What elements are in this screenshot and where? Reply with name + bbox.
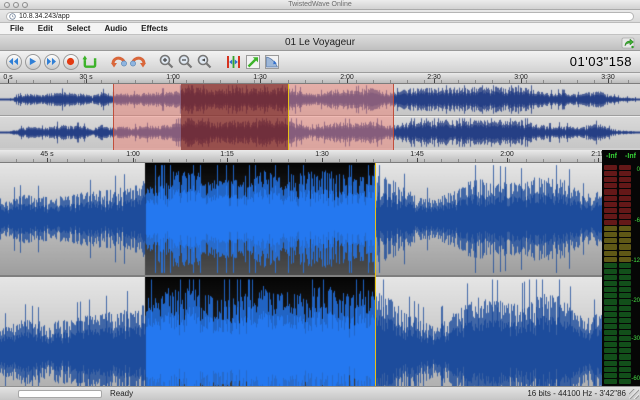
meter-scale-label: 0 [637,167,640,173]
menu-bar: File Edit Select Audio Effects [0,23,640,35]
export-icon[interactable] [621,36,635,49]
menu-item-audio[interactable]: Audio [104,24,127,33]
meter-scale-label: -6 [635,218,640,224]
menu-item-effects[interactable]: Effects [141,24,168,33]
browser-titlebar: TwistedWave Online [0,0,640,10]
loop-button[interactable] [80,53,99,71]
undo-button[interactable] [109,53,128,71]
window-title: TwistedWave Online [0,1,640,8]
level-meter: 0 -6 -12 -20 -30 -60 [602,163,640,386]
overview-selection-region[interactable] [181,84,288,150]
clock-icon [9,13,16,20]
redo-button[interactable] [128,53,147,71]
ruler-tick: 2:30 [427,74,441,81]
ruler-tick: 2:00 [340,74,354,81]
ruler-main[interactable]: 45 s 1:00 1:15 1:30 1:45 2:00 2:15 [0,150,602,163]
overview-pane[interactable] [0,84,640,150]
record-button[interactable] [61,53,80,71]
play-button[interactable] [23,53,42,71]
overview-playhead [288,84,289,150]
ruler-tick: 1:30 [315,151,329,158]
rewind-button[interactable] [4,53,23,71]
url-bar: 10.8.34.243/app [0,10,640,23]
meter-scale-label: -12 [631,258,640,264]
resize-grip[interactable] [629,389,639,399]
waveform-channel-left[interactable] [0,163,602,275]
url-input[interactable]: 10.8.34.243/app [6,12,634,21]
meter-left-value: -Inf [606,153,617,160]
ruler-overview[interactable]: 0 s 30 s 1:00 1:30 2:00 2:30 3:00 3:30 [0,73,640,84]
ruler-tick: 30 s [79,74,92,81]
zoom-fit-icon[interactable] [195,53,214,71]
meter-readout: -Inf -Inf [602,150,640,163]
progress-bar [18,390,102,398]
playhead-cursor[interactable] [375,163,376,386]
zoom-selection-icon[interactable] [224,53,243,71]
document-title: 01 Le Voyageur [0,37,640,48]
zoom-out-icon[interactable] [176,53,195,71]
meter-scale-label: -60 [631,376,640,382]
waveform-channel-right[interactable] [0,277,602,400]
app-window: TwistedWave Online 10.8.34.243/app File E… [0,0,640,400]
ruler-tick: 1:15 [220,151,234,158]
meter-column-left [604,165,617,384]
meter-column-right [619,165,632,384]
waveform-editor[interactable] [0,163,602,386]
toolbar: 01'03"158 [0,51,640,73]
menu-item-select[interactable]: Select [67,24,91,33]
ruler-tick: 2:00 [500,151,514,158]
ruler-tick: 2:15 [591,151,602,158]
normalize-icon[interactable] [243,53,262,71]
ruler-tick: 3:30 [601,74,615,81]
ruler-tick: 1:45 [410,151,424,158]
audio-format-info: 16 bits - 44100 Hz - 3'42"86 [527,389,626,398]
meter-scale-label: -20 [631,298,640,304]
ruler-tick: 1:00 [166,74,180,81]
ruler-tick: 45 s [40,151,53,158]
meter-scale-label: -30 [631,336,640,342]
fast-forward-button[interactable] [42,53,61,71]
ruler-tick: 0 s [3,74,12,81]
fade-icon[interactable] [262,53,281,71]
document-titlebar: 01 Le Voyageur [0,35,640,51]
meter-right-value: -Inf [625,153,636,160]
zoom-in-icon[interactable] [157,53,176,71]
status-bar: Ready 16 bits - 44100 Hz - 3'42"86 [0,386,640,400]
menu-item-file[interactable]: File [10,24,24,33]
status-message: Ready [110,389,133,398]
ruler-tick: 1:30 [253,74,267,81]
menu-item-edit[interactable]: Edit [38,24,53,33]
ruler-tick: 1:00 [126,151,140,158]
ruler-tick: 3:00 [514,74,528,81]
time-display: 01'03"158 [570,54,636,69]
